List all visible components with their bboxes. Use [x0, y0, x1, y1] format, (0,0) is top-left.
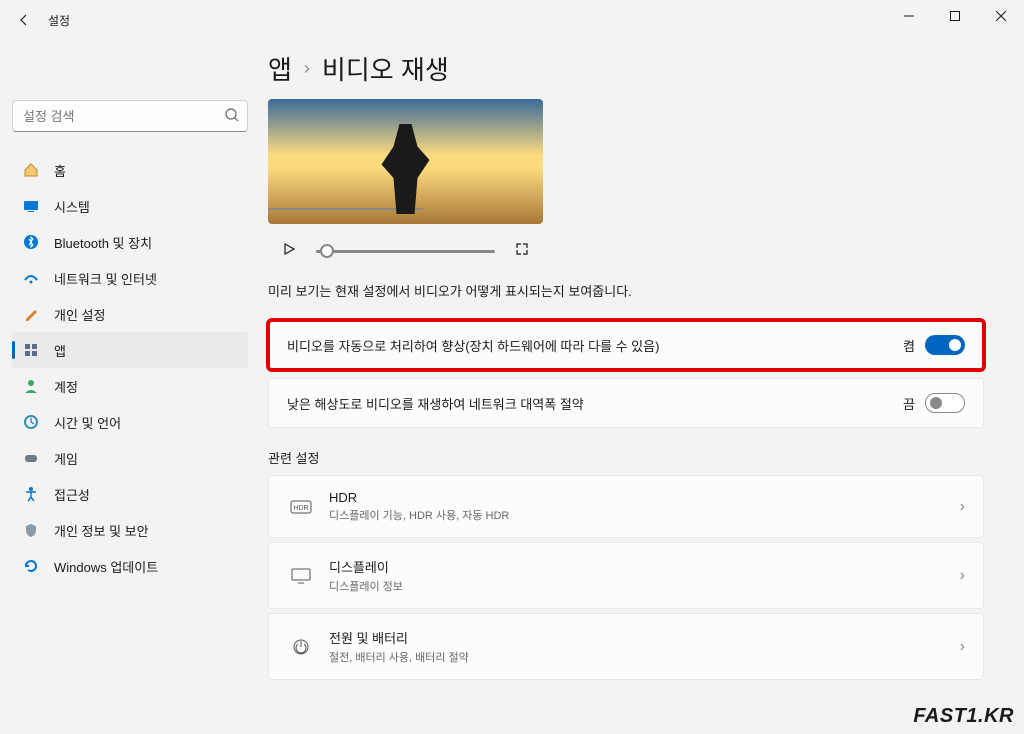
fullscreen-button[interactable]: [515, 242, 529, 261]
bluetooth-icon: [22, 233, 40, 251]
toggle-group: 켬: [903, 335, 965, 355]
window-controls: [886, 0, 1024, 32]
related-sub: 디스플레이 기능, HDR 사용, 자동 HDR: [329, 507, 960, 523]
close-button[interactable]: [978, 0, 1024, 32]
sidebar-item-gaming[interactable]: 게임: [12, 440, 248, 476]
sidebar-item-label: 네트워크 및 인터넷: [54, 269, 157, 288]
minimize-button[interactable]: [886, 0, 932, 32]
related-title: 전원 및 배터리: [329, 628, 960, 647]
window-title: 설정: [48, 12, 70, 29]
preview-note: 미리 보기는 현재 설정에서 비디오가 어떻게 표시되는지 보여줍니다.: [268, 281, 984, 300]
slider-thumb[interactable]: [320, 244, 334, 258]
video-preview: [268, 99, 543, 224]
chevron-right-icon: ›: [960, 498, 965, 516]
sidebar-item-label: 앱: [54, 341, 66, 360]
sidebar-item-system[interactable]: 시스템: [12, 188, 248, 224]
sidebar-item-privacy[interactable]: 개인 정보 및 보안: [12, 512, 248, 548]
related-sub: 디스플레이 정보: [329, 578, 960, 594]
video-controls: [268, 232, 543, 271]
related-title: 디스플레이: [329, 557, 960, 576]
setting-label: 비디오를 자동으로 처리하여 향상(장치 하드웨어에 따라 다를 수 있음): [287, 336, 903, 355]
sidebar-item-label: 개인 정보 및 보안: [54, 521, 149, 540]
windows-update-icon: [22, 557, 40, 575]
sidebar-item-label: 접근성: [54, 485, 90, 504]
sidebar-item-label: 계정: [54, 377, 78, 396]
sidebar-item-label: 개인 설정: [54, 305, 105, 324]
toggle-switch[interactable]: [925, 393, 965, 413]
sidebar-item-label: Windows 업데이트: [54, 557, 158, 576]
chevron-right-icon: ›: [304, 58, 310, 79]
related-display[interactable]: 디스플레이 디스플레이 정보 ›: [268, 542, 984, 609]
sidebar-item-label: Bluetooth 및 장치: [54, 233, 152, 252]
related-title: HDR: [329, 490, 960, 505]
toggle-switch[interactable]: [925, 335, 965, 355]
sidebar-item-label: 홈: [54, 161, 66, 180]
privacy-icon: [22, 521, 40, 539]
system-icon: [22, 197, 40, 215]
breadcrumb-parent[interactable]: 앱: [268, 50, 292, 87]
power-icon: [287, 638, 315, 656]
video-slider[interactable]: [316, 250, 495, 253]
sidebar-item-apps[interactable]: 앱: [12, 332, 248, 368]
setting-label: 낮은 해상도로 비디오를 재생하여 네트워크 대역폭 절약: [287, 394, 903, 413]
sidebar-item-label: 시간 및 언어: [54, 413, 121, 432]
hdr-icon: HDR: [287, 500, 315, 514]
toggle-state: 끔: [903, 394, 915, 413]
sidebar-item-accounts[interactable]: 계정: [12, 368, 248, 404]
related-sub: 절전, 배터리 사용, 배터리 절약: [329, 649, 960, 665]
back-button[interactable]: [8, 4, 40, 36]
chevron-right-icon: ›: [960, 638, 965, 656]
related-power[interactable]: 전원 및 배터리 절전, 배터리 사용, 배터리 절약 ›: [268, 613, 984, 680]
accounts-icon: [22, 377, 40, 395]
setting-auto-process: 비디오를 자동으로 처리하여 향상(장치 하드웨어에 따라 다를 수 있음) 켬: [268, 320, 984, 370]
breadcrumb: 앱 › 비디오 재생: [268, 50, 984, 87]
chevron-right-icon: ›: [960, 567, 965, 585]
titlebar: 설정: [0, 0, 1024, 40]
watermark: FAST1.KR: [913, 705, 1014, 728]
toggle-state: 켬: [903, 336, 915, 355]
page-title: 비디오 재생: [322, 50, 449, 87]
search-icon: [224, 107, 240, 128]
related-header: 관련 설정: [268, 448, 984, 467]
setting-low-res: 낮은 해상도로 비디오를 재생하여 네트워크 대역폭 절약 끔: [268, 378, 984, 428]
sidebar: 홈 시스템 Bluetooth 및 장치 네트워크 및 인터넷 개인 설정 앱 …: [0, 40, 260, 734]
search-box: [12, 100, 248, 132]
play-button[interactable]: [282, 242, 296, 261]
time-language-icon: [22, 413, 40, 431]
sidebar-item-bluetooth[interactable]: Bluetooth 및 장치: [12, 224, 248, 260]
search-input[interactable]: [12, 100, 248, 132]
nav-list: 홈 시스템 Bluetooth 및 장치 네트워크 및 인터넷 개인 설정 앱 …: [12, 152, 248, 584]
sidebar-item-windows-update[interactable]: Windows 업데이트: [12, 548, 248, 584]
display-icon: [287, 568, 315, 584]
gaming-icon: [22, 449, 40, 467]
sidebar-item-time-language[interactable]: 시간 및 언어: [12, 404, 248, 440]
network-icon: [22, 269, 40, 287]
svg-text:HDR: HDR: [293, 505, 308, 512]
sidebar-item-accessibility[interactable]: 접근성: [12, 476, 248, 512]
sidebar-item-label: 시스템: [54, 197, 90, 216]
related-hdr[interactable]: HDR HDR 디스플레이 기능, HDR 사용, 자동 HDR ›: [268, 475, 984, 538]
accessibility-icon: [22, 485, 40, 503]
apps-icon: [22, 341, 40, 359]
personalization-icon: [22, 305, 40, 323]
main-content: 앱 › 비디오 재생 미리 보기는 현재 설정에서 비디오가 어떻게 표시되는지…: [260, 40, 1024, 734]
toggle-group: 끔: [903, 393, 965, 413]
maximize-button[interactable]: [932, 0, 978, 32]
sidebar-item-network[interactable]: 네트워크 및 인터넷: [12, 260, 248, 296]
sidebar-item-label: 게임: [54, 449, 78, 468]
sidebar-item-home[interactable]: 홈: [12, 152, 248, 188]
sidebar-item-personalization[interactable]: 개인 설정: [12, 296, 248, 332]
home-icon: [22, 161, 40, 179]
